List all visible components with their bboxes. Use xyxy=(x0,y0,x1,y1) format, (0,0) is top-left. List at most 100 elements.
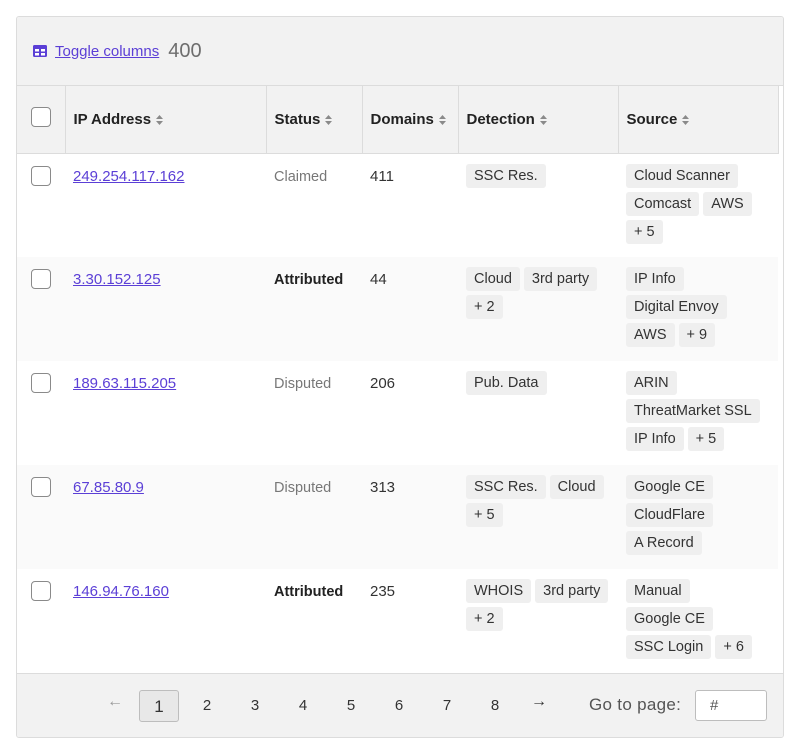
next-page-arrow[interactable]: → xyxy=(531,693,547,711)
column-header-detection[interactable]: Detection xyxy=(458,86,619,154)
ip-cell: 146.94.76.160 xyxy=(65,569,266,673)
table-toolbar: Toggle columns 400 xyxy=(17,17,783,86)
detection-chips: SSC Res. xyxy=(466,163,610,188)
ip-address-link[interactable]: 249.254.117.162 xyxy=(73,168,185,185)
detection-cell: SSC Res. xyxy=(458,153,618,257)
column-header-status[interactable]: Status xyxy=(266,86,363,154)
page-button-5[interactable]: 5 xyxy=(331,690,371,722)
domains-count: 235 xyxy=(370,583,396,600)
page-button-1[interactable]: 1 xyxy=(139,690,179,722)
ip-address-link[interactable]: 146.94.76.160 xyxy=(73,583,169,600)
source-chip: + 9 xyxy=(678,323,716,347)
sort-icon xyxy=(539,114,547,125)
detection-chips: SSC Res. Cloud + 5 xyxy=(466,475,610,527)
status-cell: Disputed xyxy=(266,465,362,569)
ip-cell: 189.63.115.205 xyxy=(65,361,266,465)
row-select-cell xyxy=(17,569,65,673)
row-select-cell xyxy=(17,257,65,361)
source-cell: Google CE CloudFlare A Record xyxy=(618,465,778,569)
page-button-4[interactable]: 4 xyxy=(283,690,323,722)
detection-chip: Pub. Data xyxy=(466,371,547,395)
page-button-7[interactable]: 7 xyxy=(427,690,467,722)
source-chips: ARIN ThreatMarket SSL IP Info + 5 xyxy=(626,371,770,451)
prev-page-arrow[interactable]: ← xyxy=(107,693,123,711)
row-checkbox[interactable] xyxy=(31,477,51,497)
table-row: 249.254.117.162 Claimed 411 SSC Res. Cloud S… xyxy=(17,153,778,257)
domains-cell: 206 xyxy=(362,361,458,465)
domains-cell: 44 xyxy=(362,257,458,361)
detection-chip: + 5 xyxy=(466,503,503,527)
source-chip: + 6 xyxy=(715,635,752,659)
ip-address-link[interactable]: 189.63.115.205 xyxy=(73,375,176,392)
source-chip: + 5 xyxy=(687,427,725,451)
ip-address-link[interactable]: 67.85.80.9 xyxy=(73,479,144,496)
row-select-cell xyxy=(17,361,65,465)
source-chips: Cloud Scanner Comcast AWS + 5 xyxy=(626,163,770,244)
page-button-2[interactable]: 2 xyxy=(187,690,227,722)
domains-count: 313 xyxy=(370,479,396,496)
row-checkbox[interactable] xyxy=(31,581,51,601)
detection-cell: WHOIS 3rd party + 2 xyxy=(458,569,618,673)
go-to-page-label: Go to page: xyxy=(589,695,682,714)
status-text: Attributed xyxy=(274,584,344,600)
source-chip: A Record xyxy=(626,531,702,555)
source-chips: Manual Google CE SSC Login + 6 xyxy=(626,579,770,659)
domains-count: 44 xyxy=(370,271,387,288)
detection-chip: 3rd party xyxy=(535,579,609,603)
sort-icon xyxy=(156,114,164,125)
row-select-cell xyxy=(17,153,65,257)
source-chip: Manual xyxy=(626,579,690,603)
sort-icon xyxy=(682,114,690,125)
source-cell: Manual Google CE SSC Login + 6 xyxy=(618,569,778,673)
source-chips: Google CE CloudFlare A Record xyxy=(626,475,770,555)
column-header-ip[interactable]: IP Address xyxy=(65,86,267,154)
source-chip: Cloud Scanner xyxy=(626,163,738,188)
source-chip: CloudFlare xyxy=(626,503,713,527)
column-header-source[interactable]: Source xyxy=(618,86,779,154)
ip-address-link[interactable]: 3.30.152.125 xyxy=(73,271,161,288)
page-button-6[interactable]: 6 xyxy=(379,690,419,722)
table-row: 146.94.76.160 Attributed 235 WHOIS 3rd party… xyxy=(17,569,778,673)
source-chip: Google CE xyxy=(626,475,713,499)
domains-cell: 235 xyxy=(362,569,458,673)
page-button-8[interactable]: 8 xyxy=(475,690,515,722)
row-checkbox[interactable] xyxy=(31,373,51,393)
page-button-3[interactable]: 3 xyxy=(235,690,275,722)
row-checkbox[interactable] xyxy=(31,269,51,289)
source-chip: AWS xyxy=(626,323,675,347)
status-text: Disputed xyxy=(274,480,332,496)
status-cell: Disputed xyxy=(266,361,362,465)
table-row: 189.63.115.205 Disputed 206 Pub. Data ARIN Th… xyxy=(17,361,778,465)
detection-chip: Cloud xyxy=(549,475,604,499)
source-chip: ThreatMarket SSL xyxy=(626,399,760,423)
table-row: 67.85.80.9 Disputed 313 SSC Res. Cloud + 5 Goo… xyxy=(17,465,778,569)
go-to-page-input[interactable] xyxy=(695,690,767,721)
source-chip: ARIN xyxy=(626,371,677,395)
select-all-checkbox[interactable] xyxy=(30,107,51,128)
ip-table: IP Address Status Domains Detection Sour… xyxy=(17,86,779,673)
table-row: 3.30.152.125 Attributed 44 Cloud 3rd party + … xyxy=(17,257,778,361)
detection-cell: SSC Res. Cloud + 5 xyxy=(458,465,618,569)
ip-cell: 3.30.152.125 xyxy=(65,257,266,361)
table-header-row: IP Address Status Domains Detection Sour… xyxy=(17,86,779,154)
pagination: ← 1 2 3 4 5 6 7 8 → Go to page: xyxy=(17,673,783,737)
detection-chip: SSC Res. xyxy=(466,475,546,499)
source-cell: ARIN ThreatMarket SSL IP Info + 5 xyxy=(618,361,778,465)
source-chip: IP Info xyxy=(626,427,684,451)
result-count: 400 xyxy=(168,39,202,62)
detection-chip: WHOIS xyxy=(466,579,532,603)
ip-table-panel: Toggle columns 400 IP Address Status Dom… xyxy=(16,16,784,738)
status-text: Claimed xyxy=(274,168,328,185)
toggle-columns-link[interactable]: Toggle columns xyxy=(55,43,159,60)
detection-chips: WHOIS 3rd party + 2 xyxy=(466,579,610,631)
detection-chip: + 2 xyxy=(466,607,503,631)
ip-cell: 249.254.117.162 xyxy=(65,153,266,257)
detection-chip: + 2 xyxy=(466,295,503,319)
row-select-cell xyxy=(17,465,65,569)
detection-chips: Pub. Data xyxy=(466,371,610,395)
column-header-domains[interactable]: Domains xyxy=(362,86,459,154)
table-body: 249.254.117.162 Claimed 411 SSC Res. Cloud S… xyxy=(17,153,778,673)
row-checkbox[interactable] xyxy=(31,165,51,186)
source-chip: IP Info xyxy=(626,267,684,291)
detection-chip: 3rd party xyxy=(523,267,598,291)
